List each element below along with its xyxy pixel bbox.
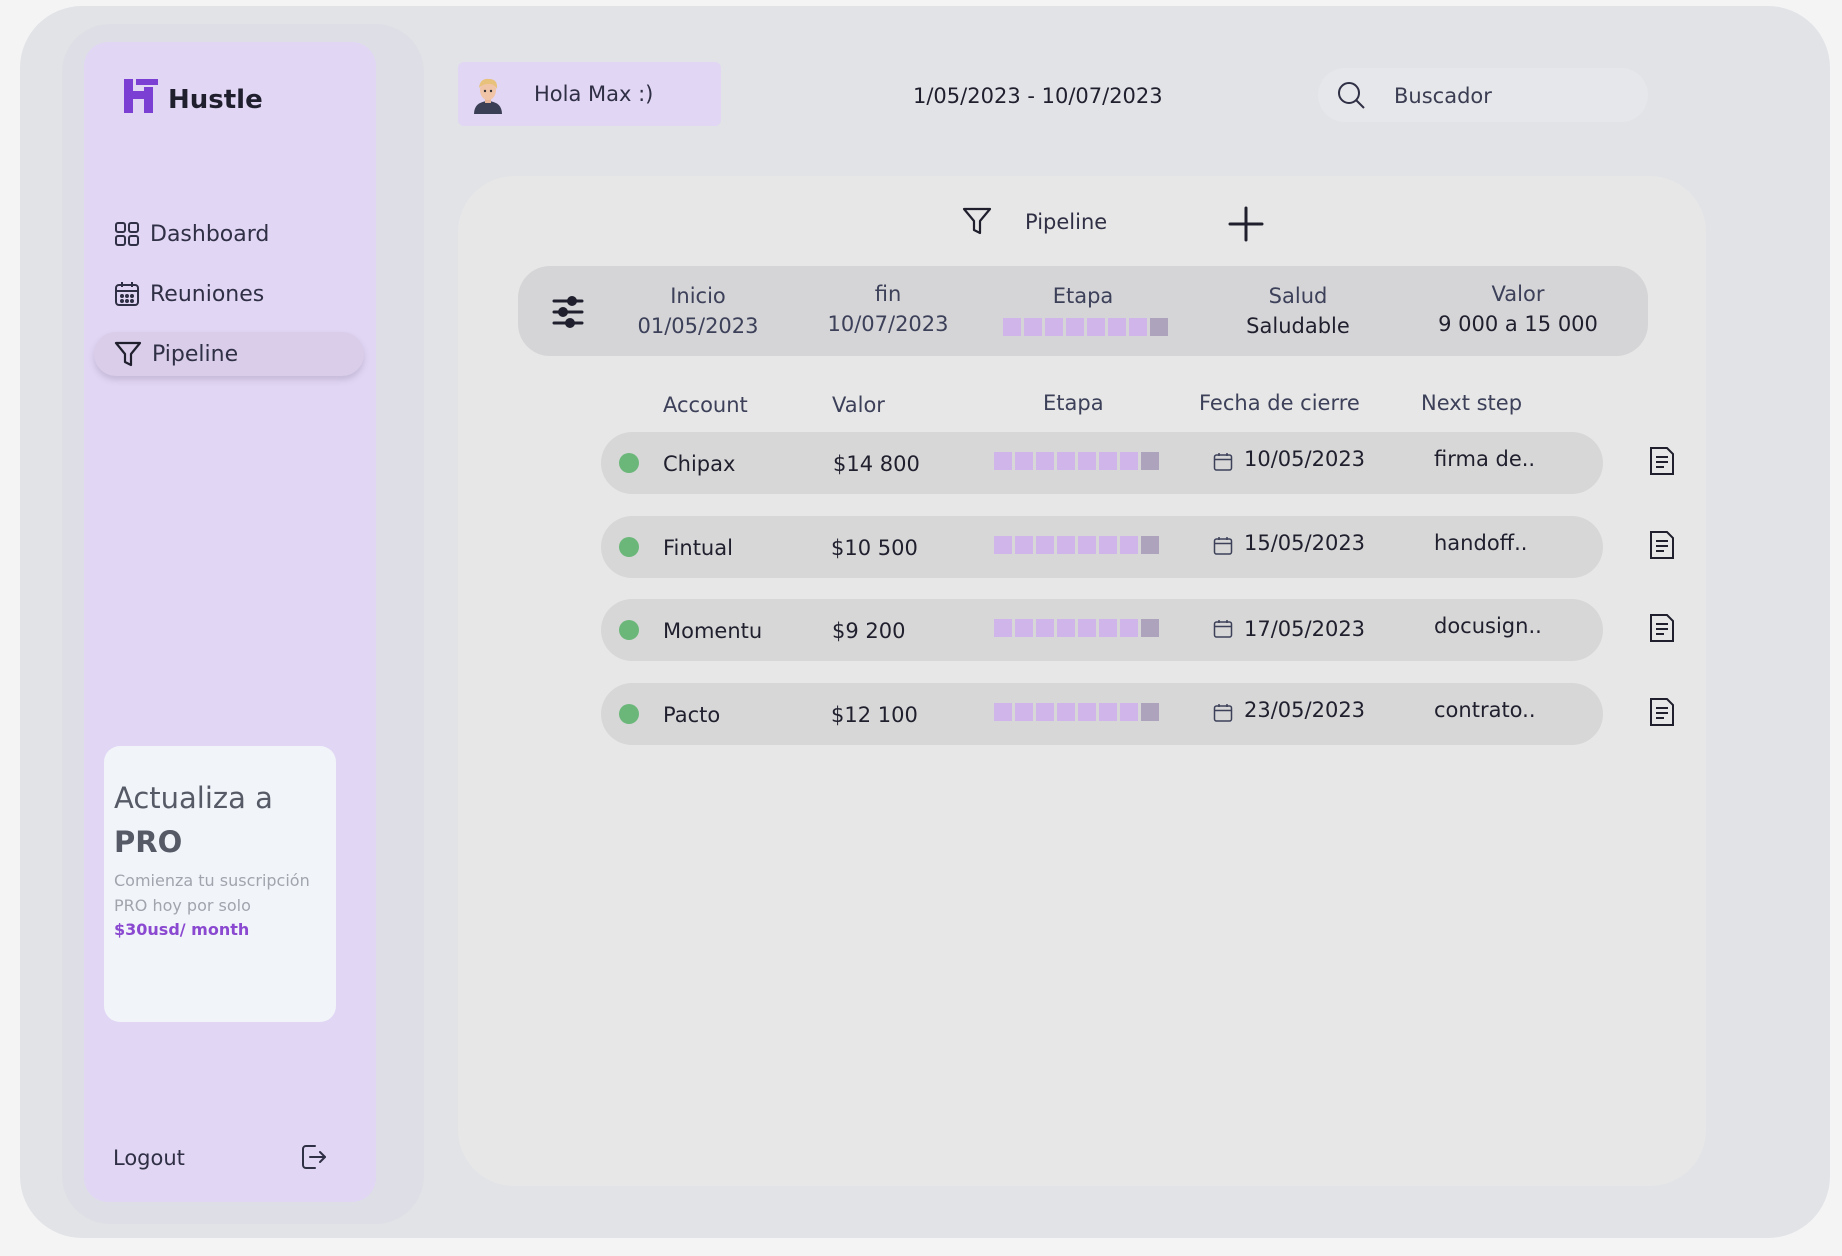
avatar (474, 78, 502, 114)
filter-bar: Inicio 01/05/2023 fin 10/07/2023 Etapa S… (518, 266, 1648, 356)
next-step-cell: contrato.. (1434, 698, 1536, 722)
calendar-icon (1213, 453, 1233, 471)
next-step-cell: docusign.. (1434, 614, 1542, 638)
account-cell: Pacto (663, 703, 721, 727)
user-greeting[interactable]: Hola Max :) (458, 62, 721, 126)
stage-progress (994, 536, 1159, 554)
document-icon[interactable] (1649, 446, 1675, 476)
document-icon[interactable] (1649, 530, 1675, 560)
calendar-icon (115, 282, 139, 306)
funnel-icon[interactable] (962, 206, 992, 236)
filter-label: Salud (1268, 284, 1328, 308)
pro-card-description: Comienza tu suscripción PRO hoy por solo (114, 871, 310, 915)
app-name: Hustle (168, 85, 263, 115)
filter-inicio[interactable]: Inicio 01/05/2023 (618, 284, 778, 338)
table-row[interactable]: Momentu $9 200 17/05/2023 docusign.. (601, 599, 1674, 661)
filter-etapa[interactable]: Etapa (998, 284, 1168, 336)
status-dot (619, 704, 639, 724)
logout-icon[interactable] (298, 1142, 328, 1172)
sidebar-item-dashboard[interactable]: Dashboard (94, 212, 364, 256)
panel-title: Pipeline (1025, 210, 1108, 234)
fecha-cell: 23/05/2023 (1244, 698, 1366, 722)
sliders-icon[interactable] (552, 296, 584, 328)
valor-cell: $9 200 (832, 619, 906, 643)
next-step-cell: handoff.. (1434, 531, 1528, 555)
pro-card-price[interactable]: $30usd/ month (114, 920, 326, 939)
filter-label: Etapa (1052, 284, 1114, 308)
search-icon (1338, 82, 1365, 109)
grid-icon (115, 222, 139, 246)
next-step-cell: firma de.. (1434, 447, 1536, 471)
filter-label: Valor (1491, 282, 1545, 306)
filter-fin[interactable]: fin 10/07/2023 (808, 282, 968, 336)
column-header-next-step[interactable]: Next step (1421, 391, 1522, 415)
fecha-cell: 10/05/2023 (1244, 447, 1366, 471)
sidebar: Hustle Dashboard Reuniones Pipeline Actu… (84, 42, 376, 1202)
account-cell: Chipax (663, 452, 736, 476)
table-row[interactable]: Pacto $12 100 23/05/2023 contrato.. (601, 683, 1674, 745)
filter-salud[interactable]: Salud Saludable (1218, 284, 1378, 338)
document-icon[interactable] (1649, 613, 1675, 643)
pipeline-panel: Pipeline Inicio 01/05/2023 fin 10/07/202… (458, 176, 1706, 1186)
column-header-account[interactable]: Account (663, 393, 748, 417)
calendar-icon (1213, 620, 1233, 638)
logout-button[interactable]: Logout (113, 1146, 185, 1170)
account-cell: Momentu (663, 619, 763, 643)
status-dot (619, 453, 639, 473)
filter-label: Inicio (670, 284, 726, 308)
stage-progress (1003, 318, 1168, 336)
greeting-text: Hola Max :) (534, 82, 654, 106)
table-row[interactable]: Chipax $14 800 10/05/2023 firma de.. (601, 432, 1674, 494)
column-header-fecha[interactable]: Fecha de cierre (1199, 391, 1360, 415)
add-deal-button[interactable] (1226, 204, 1266, 244)
stage-progress (994, 703, 1159, 721)
sidebar-item-reuniones[interactable]: Reuniones (94, 272, 364, 316)
search-input[interactable] (1392, 78, 1626, 114)
status-dot (619, 620, 639, 640)
status-dot (619, 537, 639, 557)
filter-value: 10/07/2023 (827, 312, 949, 336)
calendar-icon (1213, 704, 1233, 722)
fecha-cell: 17/05/2023 (1244, 617, 1366, 641)
filter-label: fin (874, 282, 902, 306)
valor-cell: $14 800 (833, 452, 920, 476)
filter-value: 01/05/2023 (637, 314, 759, 338)
filter-value: Saludable (1246, 314, 1350, 338)
column-header-etapa[interactable]: Etapa (1043, 391, 1104, 415)
sidebar-item-pipeline[interactable]: Pipeline (94, 332, 364, 376)
sidebar-item-label: Reuniones (150, 281, 265, 307)
stage-progress (994, 452, 1159, 470)
calendar-icon (1213, 537, 1233, 555)
hustle-logo-icon (124, 79, 158, 113)
date-range[interactable]: 1/05/2023 - 10/07/2023 (913, 84, 1163, 108)
column-header-valor[interactable]: Valor (832, 393, 885, 417)
fecha-cell: 15/05/2023 (1244, 531, 1366, 555)
valor-cell: $10 500 (831, 536, 918, 560)
sidebar-item-label: Dashboard (150, 221, 270, 247)
pro-title-line1: Actualiza a (114, 781, 273, 815)
search-box[interactable] (1318, 68, 1648, 122)
funnel-icon (114, 341, 142, 367)
stage-progress (994, 619, 1159, 637)
logo[interactable]: Hustle (124, 77, 263, 115)
sidebar-item-label: Pipeline (152, 341, 239, 367)
pro-card-title: Actualiza a PRO (114, 776, 326, 864)
account-cell: Fintual (663, 536, 733, 560)
table-row[interactable]: Fintual $10 500 15/05/2023 handoff.. (601, 516, 1674, 578)
valor-cell: $12 100 (831, 703, 918, 727)
upgrade-pro-card[interactable]: Actualiza a PRO Comienza tu suscripción … (104, 746, 336, 1022)
document-icon[interactable] (1649, 697, 1675, 727)
filter-valor[interactable]: Valor 9 000 a 15 000 (1418, 282, 1618, 336)
pro-title-line2: PRO (114, 825, 183, 859)
filter-value: 9 000 a 15 000 (1438, 312, 1598, 336)
